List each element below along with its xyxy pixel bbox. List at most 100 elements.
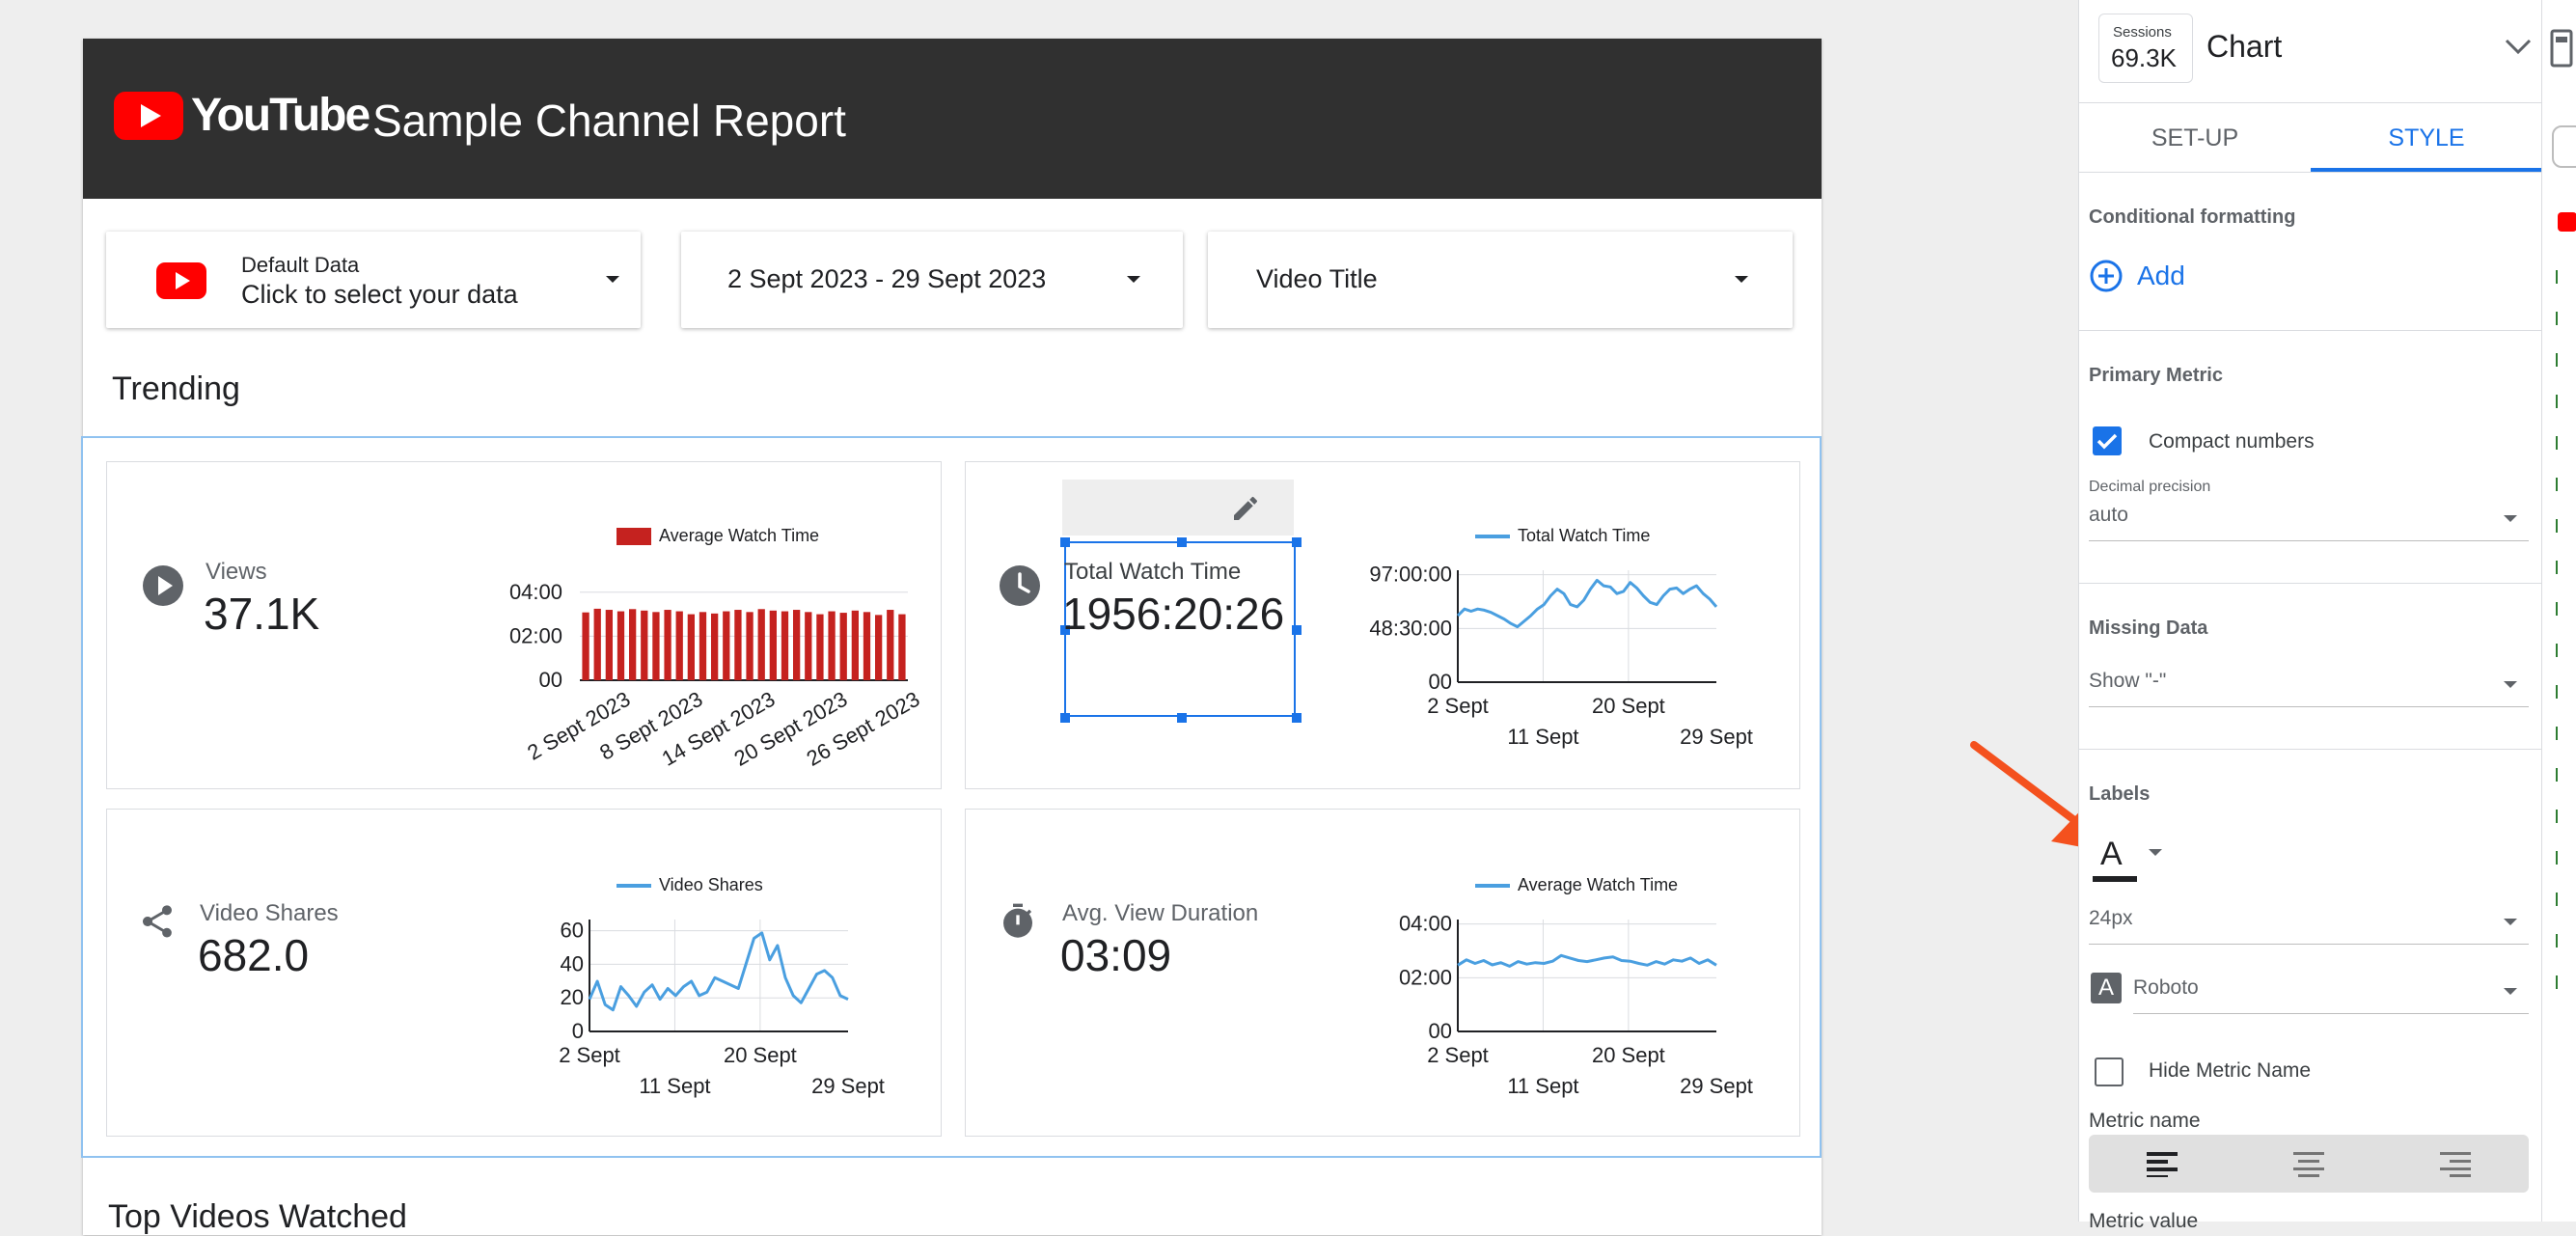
x-tick-label: 20 Sept [1592, 694, 1665, 718]
hide-metric-name-label: Hide Metric Name [2149, 1059, 2312, 1082]
font-family-select[interactable]: Roboto [2133, 969, 2529, 1014]
series-line [1456, 578, 1718, 629]
x-tick-label: 20 Sept [724, 1043, 797, 1067]
decimal-precision-label: Decimal precision [2089, 479, 2211, 495]
field-type-glyph [2556, 644, 2567, 657]
metric-value: 1956:20:26 [1062, 589, 1285, 639]
field-type-glyph [2556, 436, 2567, 450]
y-tick-label: 00 [539, 668, 562, 692]
data-panel-strip [2541, 0, 2576, 1222]
video-title-filter[interactable]: Video Title [1208, 232, 1793, 328]
y-tick-label: 02:00 [1399, 965, 1452, 989]
y-tick-label: 48:30:00 [1369, 616, 1452, 640]
resize-handle[interactable] [1292, 537, 1302, 547]
views-scorecard[interactable]: Views 37.1K Average Watch Time 00 02:00 04… [106, 461, 942, 789]
data-source-control[interactable]: Default Data Click to select your data [106, 232, 641, 328]
video-shares-scorecard[interactable]: Video Shares 682.0 Video Shares 0 20 40 60 2… [106, 809, 942, 1137]
resize-handle[interactable] [1292, 713, 1302, 723]
field-type-glyph [2556, 975, 2567, 989]
video-filter-value: Video Title [1256, 264, 1378, 293]
metric-label: Avg. View Duration [1062, 900, 1259, 926]
font-size-select[interactable]: 24px [2089, 903, 2529, 945]
date-range-control[interactable]: 2 Sept 2023 - 29 Sept 2023 [681, 232, 1183, 328]
series-line [588, 931, 849, 1012]
bar [746, 612, 754, 680]
y-tick-label: 60 [561, 919, 584, 943]
caret-down-icon [2504, 515, 2517, 522]
chart-legend: Average Watch Time [617, 526, 819, 546]
trending-title: Trending [112, 371, 240, 407]
resize-handle[interactable] [1177, 537, 1187, 547]
x-tick-label: 11 Sept [639, 1074, 710, 1098]
x-tick-label: 11 Sept [1507, 1074, 1578, 1098]
bar [593, 608, 601, 680]
edit-pencil-icon[interactable] [1230, 493, 1261, 524]
conditional-formatting-title: Conditional formatting [2089, 206, 2296, 228]
chart-legend: Total Watch Time [1475, 526, 1650, 546]
hide-metric-name-checkbox[interactable] [2095, 1057, 2124, 1086]
bar [757, 609, 765, 680]
search-field-edge[interactable] [2552, 125, 2576, 168]
report-title: Sample Channel Report [372, 96, 846, 146]
youtube-play-icon [114, 91, 183, 140]
report-header: YouTube Sample Channel Report [83, 39, 1822, 199]
metric-value: 03:09 [1060, 930, 1172, 980]
x-tick-label: 2 Sept [1427, 694, 1489, 718]
tab-setup[interactable]: SET-UP [2079, 104, 2311, 172]
missing-data-value: Show "-" [2089, 670, 2167, 692]
chart-type-thumbnail[interactable]: Sessions 69.3K [2098, 14, 2193, 83]
calculator-icon[interactable] [2550, 29, 2573, 68]
resize-handle[interactable] [1177, 713, 1187, 723]
properties-panel: Sessions 69.3K Chart SET-UP STYLE Condit… [2078, 0, 2542, 1232]
align-center-icon[interactable] [2293, 1150, 2324, 1177]
tab-style[interactable]: STYLE [2311, 104, 2542, 172]
legend-label: Average Watch Time [659, 526, 820, 545]
metric-label: Total Watch Time [1064, 559, 1242, 585]
bar [734, 610, 742, 680]
x-tick-label: 11 Sept [1507, 725, 1578, 749]
top-videos-title: Top Videos Watched [108, 1198, 407, 1235]
add-circle-icon [2090, 260, 2123, 292]
font-size-value: 24px [2089, 907, 2133, 929]
add-conditional-format-button[interactable]: Add [2089, 259, 2185, 293]
divider [2079, 583, 2542, 584]
caret-down-icon [2504, 681, 2517, 688]
align-left-icon[interactable] [2147, 1150, 2178, 1177]
chevron-down-icon[interactable] [2504, 37, 2533, 56]
missing-data-select[interactable]: Show "-" [2089, 666, 2529, 707]
compact-numbers-checkbox[interactable] [2093, 426, 2122, 455]
font-color-swatch [2093, 876, 2137, 882]
field-type-glyph [2556, 519, 2567, 533]
font-family-icon: A [2091, 973, 2122, 1003]
bar [711, 613, 719, 680]
resize-handle[interactable] [1060, 713, 1070, 723]
field-type-glyph [2556, 768, 2567, 782]
bar [687, 614, 695, 680]
caret-down-icon [1735, 276, 1748, 283]
bar [582, 612, 589, 680]
resize-handle[interactable] [1060, 537, 1070, 547]
font-color-picker[interactable]: A [2093, 836, 2170, 884]
chart-legend: Average Watch Time [1475, 875, 1678, 895]
avg-view-duration-scorecard[interactable]: Avg. View Duration 03:09 Average Watch T… [965, 809, 1800, 1137]
resize-handle[interactable] [1292, 625, 1302, 635]
legend-swatch [617, 527, 651, 545]
metric-value-label: Metric value [2089, 1210, 2199, 1232]
bar [769, 610, 777, 680]
align-right-icon[interactable] [2440, 1150, 2471, 1177]
total-watch-time-scorecard[interactable]: Total Watch Time 1956:20:26 Total Watch … [965, 461, 1800, 789]
total-watch-time-line-chart: 00 48:30:00 97:00:00 2 Sept 20 Sept 11 Sept 29… [1369, 563, 1753, 749]
x-tick-label: 29 Sept [811, 1074, 885, 1098]
y-tick-label: 00 [1429, 670, 1452, 694]
caret-down-icon [2504, 919, 2517, 925]
caret-down-icon [1127, 276, 1140, 283]
bar [887, 610, 894, 680]
chart-type-label: Chart [2206, 29, 2283, 64]
decimal-precision-select[interactable]: auto [2089, 500, 2529, 541]
youtube-play-icon [156, 262, 206, 299]
bar [664, 610, 671, 680]
y-tick-label: 04:00 [1399, 912, 1452, 936]
caret-down-icon [2504, 988, 2517, 995]
data-source-subtitle: Click to select your data [241, 280, 518, 309]
bar [629, 609, 637, 680]
